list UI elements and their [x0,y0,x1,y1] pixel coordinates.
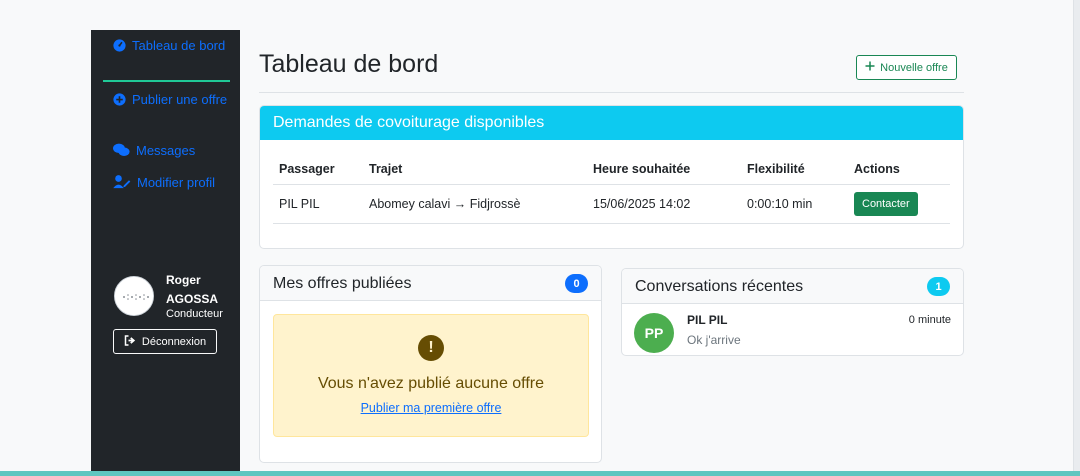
logout-icon [124,334,136,349]
publish-first-offer-link[interactable]: Publier ma première offre [274,401,588,415]
sidebar-item-label: Tableau de bord [132,38,226,53]
column-header: Flexibilité [741,154,848,185]
contact-button[interactable]: Contacter [854,191,918,216]
offers-count-badge: 0 [565,274,588,293]
conversations-card-header: Conversations récentes 1 [622,269,963,304]
user-role: Conducteur [166,308,223,320]
column-header: Trajet [363,154,587,185]
active-indicator [103,80,230,82]
route-cell: Abomey calavi → Fidjrossè [363,184,587,224]
table-row: PIL PIL Abomey calavi → Fidjrossè 15/06/… [273,184,950,224]
conversation-message: Ok j'arrive [687,333,741,347]
offers-card-header: Mes offres publiées 0 [260,266,601,301]
requests-card: Demandes de covoiturage disponibles Pass… [259,105,964,249]
bottom-strip [0,471,1080,476]
column-header: Actions [848,154,950,185]
plus-icon [865,61,875,74]
column-header: Heure souhaitée [587,154,741,185]
conversations-count-badge: 1 [927,277,950,296]
flexibility-cell: 0:00:10 min [741,184,848,224]
publish-first-offer-label: Publier ma première offre [360,401,502,415]
sidebar: Tableau de bord Publier une offre Messag… [91,30,240,476]
user-name: Roger AGOSSA [166,273,219,306]
sidebar-item-edit-profile[interactable]: Modifier profil [113,173,231,194]
column-header: Passager [273,154,363,185]
conversation-time: 0 minute [908,314,951,326]
sidebar-item-label: Publier une offre [132,92,228,107]
sidebar-item-label: Modifier profil [137,175,216,190]
new-offer-button[interactable]: Nouvelle offre [856,55,957,80]
time-cell: 15/06/2025 14:02 [587,184,741,224]
new-offer-label: Nouvelle offre [880,61,948,74]
avatar [114,276,154,316]
avatar-icon [115,277,153,315]
sidebar-item-label: Messages [136,143,196,158]
title-divider [259,92,964,93]
sidebar-item-dashboard[interactable]: Tableau de bord [113,36,231,57]
sidebar-item-publish-offer[interactable]: Publier une offre [113,90,231,111]
dashboard-icon [113,38,126,57]
logout-button[interactable]: Déconnexion [113,329,217,354]
conversation-avatar: PP [634,313,674,353]
list-item[interactable]: PP PIL PIL Ok j'arrive 0 minute [622,304,963,355]
table-header-row: Passager Trajet Heure souhaitée Flexibil… [273,154,950,185]
conversation-name: PIL PIL [687,313,728,327]
empty-offers-text: Vous n'avez publié aucune offre [317,375,545,392]
empty-offers-alert: ! Vous n'avez publié aucune offre Publie… [273,314,589,437]
exclamation-icon: ! [418,335,444,361]
conversations-card: Conversations récentes 1 PP PIL PIL Ok j… [621,268,964,356]
logout-label: Déconnexion [141,335,207,348]
sidebar-item-messages[interactable]: Messages [113,141,231,162]
scrollbar[interactable] [1073,0,1080,476]
conversations-card-title: Conversations récentes [635,278,804,295]
chat-icon [113,143,130,162]
plus-circle-icon [113,92,126,111]
page-title: Tableau de bord [259,50,439,78]
actions-cell: Contacter [848,184,950,224]
user-edit-icon [113,175,131,194]
requests-card-title: Demandes de covoiturage disponibles [260,106,963,140]
passenger-cell: PIL PIL [273,184,363,224]
offers-card: Mes offres publiées 0 ! Vous n'avez publ… [259,265,602,463]
requests-table: Passager Trajet Heure souhaitée Flexibil… [273,154,950,224]
offers-card-title: Mes offres publiées [273,275,412,292]
